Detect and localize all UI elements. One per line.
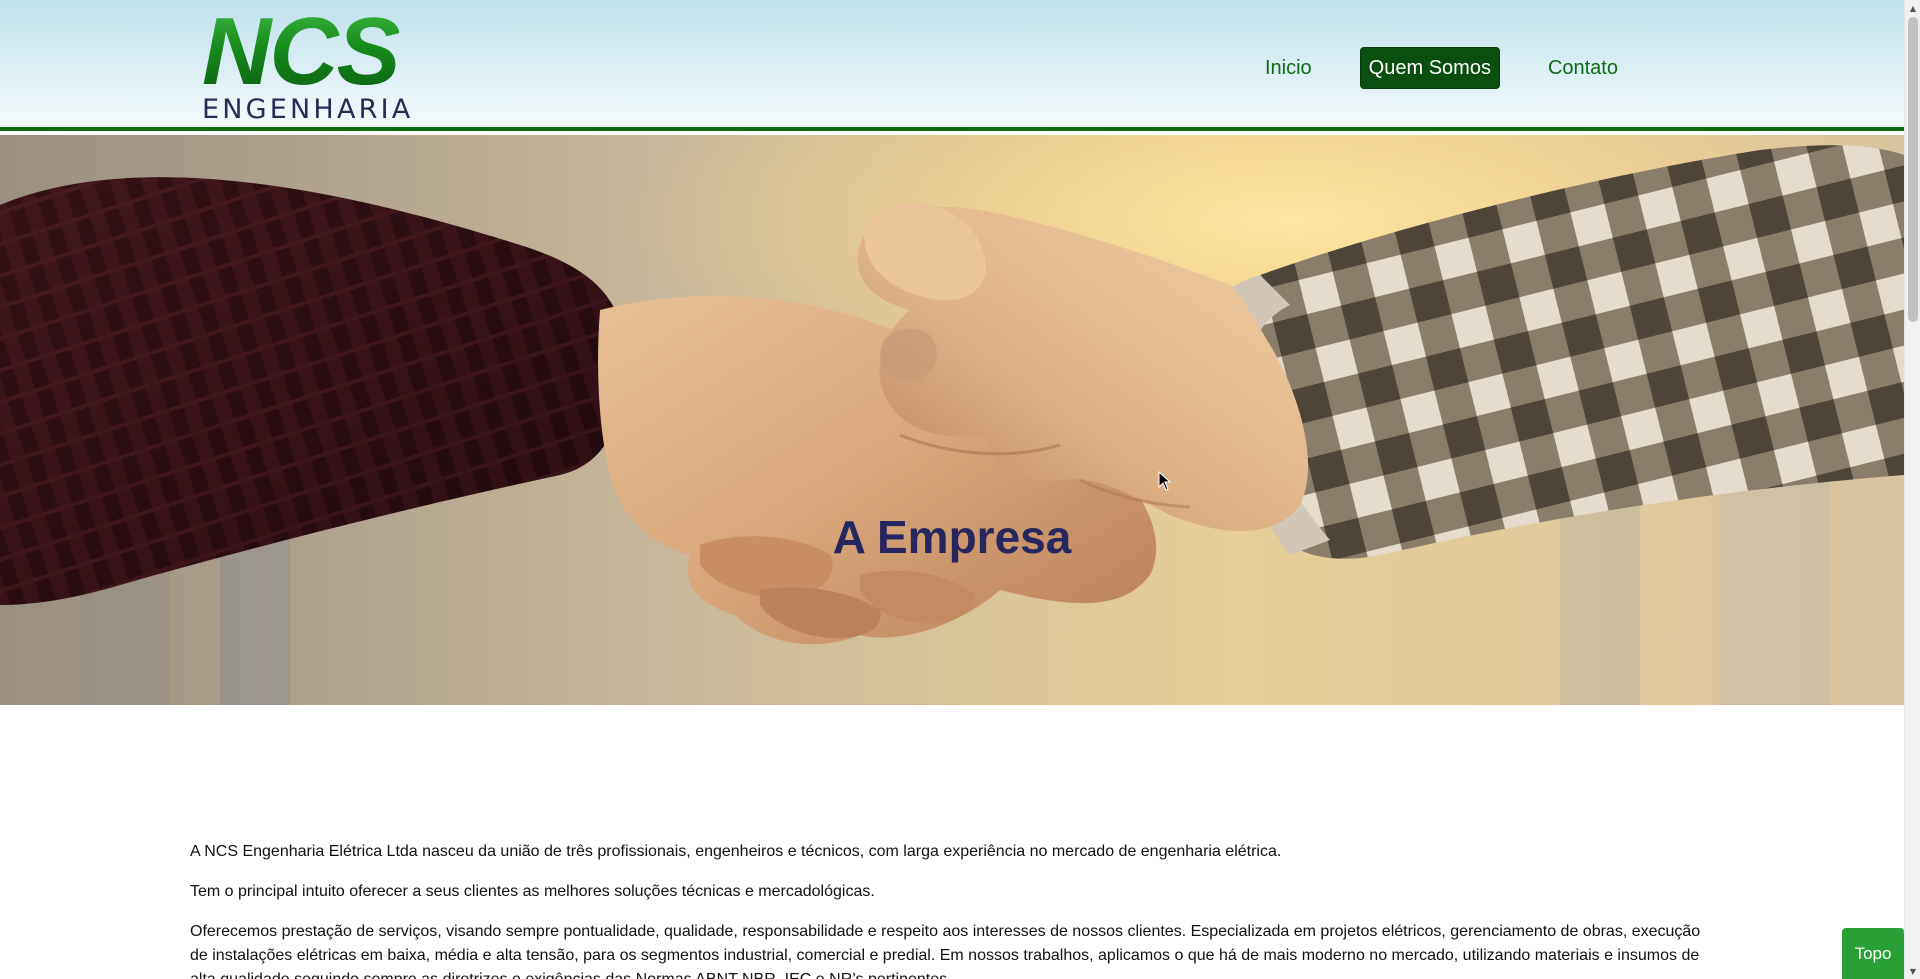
scrollbar[interactable]: ▲ ▼: [1904, 0, 1920, 979]
about-paragraph: Tem o principal intuito oferecer a seus …: [190, 883, 875, 900]
hero-banner: A Empresa: [0, 135, 1904, 705]
page: NCS ENGENHARIA Inicio Quem Somos Contato: [0, 0, 1920, 979]
back-to-top-button[interactable]: Topo: [1842, 928, 1904, 979]
mouse-cursor-icon: [1158, 470, 1172, 496]
scroll-up-icon[interactable]: ▲: [1905, 0, 1920, 16]
scroll-down-icon[interactable]: ▼: [1905, 963, 1920, 979]
main-nav: Inicio Quem Somos Contato: [1265, 46, 1618, 90]
nav-item-inicio[interactable]: Inicio: [1265, 46, 1312, 90]
about-content: A NCS Engenharia Elétrica Ltda nasceu da…: [190, 840, 1720, 979]
logo-subtitle: ENGENHARIA: [202, 94, 414, 125]
logo-wordmark: NCS: [202, 0, 401, 105]
nav-item-contato[interactable]: Contato: [1548, 46, 1618, 90]
about-paragraph: Oferecemos prestação de serviços, visand…: [190, 923, 1701, 979]
handshake-image: [0, 135, 1904, 705]
scrollbar-thumb[interactable]: [1908, 17, 1918, 322]
site-header: NCS ENGENHARIA Inicio Quem Somos Contato: [0, 0, 1904, 131]
logo[interactable]: NCS ENGENHARIA: [200, 4, 432, 125]
nav-item-quem-somos[interactable]: Quem Somos: [1359, 47, 1500, 89]
page-title: A Empresa: [832, 510, 1072, 563]
about-paragraph: A NCS Engenharia Elétrica Ltda nasceu da…: [190, 843, 1282, 860]
